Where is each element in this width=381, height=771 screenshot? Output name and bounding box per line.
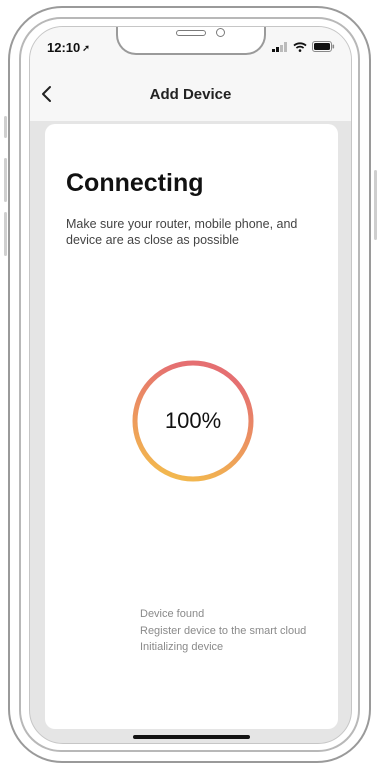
nav-bar: Add Device xyxy=(30,71,351,121)
speaker-icon xyxy=(176,30,206,36)
mute-switch xyxy=(4,116,7,138)
status-step: Device found xyxy=(140,608,205,620)
status-time: 12:10 xyxy=(47,40,81,55)
wifi-icon xyxy=(293,41,307,52)
connecting-heading: Connecting xyxy=(66,169,204,197)
camera-icon xyxy=(216,28,225,37)
status-step: Register device to the smart cloud xyxy=(140,624,307,637)
status-step: Initializing device xyxy=(140,641,224,653)
status-bar: 12:10 ➚ xyxy=(30,27,351,71)
status-time-group: 12:10 ➚ xyxy=(47,40,90,55)
progress-percent: 100% xyxy=(164,408,222,433)
status-icons xyxy=(272,41,335,52)
power-button xyxy=(374,170,377,240)
instruction-text: Make sure your router, mobile phone, and… xyxy=(66,217,298,247)
volume-down-button xyxy=(4,212,7,256)
location-arrow-icon: ➚ xyxy=(82,43,90,53)
phone-screen: 12:10 ➚ Add Device Connecting Make sure … xyxy=(29,26,352,744)
page-title: Add Device xyxy=(149,86,232,103)
status-steps: Device found Register device to the smar… xyxy=(140,606,306,656)
notch xyxy=(116,27,266,55)
cellular-signal-icon xyxy=(272,41,287,52)
battery-icon xyxy=(312,41,335,52)
volume-up-button xyxy=(4,158,7,202)
home-indicator[interactable] xyxy=(133,735,250,739)
content-card: Connecting Make sure your router, mobile… xyxy=(45,124,338,729)
